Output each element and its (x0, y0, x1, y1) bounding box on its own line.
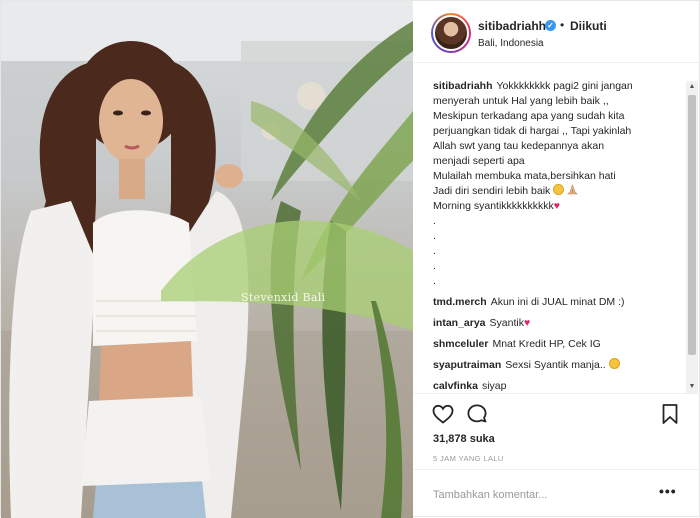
heart-emoji-icon: ♥ (553, 200, 561, 212)
more-options-icon[interactable]: ••• (659, 483, 677, 499)
comment-text: Syantik (489, 317, 524, 329)
comment-username[interactable]: syaputraiman (433, 359, 501, 371)
comments-scrollbar[interactable]: ▲ ▼ (686, 81, 698, 393)
comment-text: Mnat Kredit HP, Cek IG (492, 338, 601, 350)
caption: sitibadriahh Yokkkkkkkk pagi2 gini jangan… (433, 79, 681, 214)
scroll-up-arrow-icon[interactable]: ▲ (686, 81, 698, 93)
comment-item: syaputraiman Sexsi Syantik manja.. (433, 358, 681, 373)
post-location[interactable]: Bali, Indonesia (478, 38, 544, 49)
post-timestamp: 5 JAM YANG LALU (433, 454, 504, 463)
instagram-post: Stevenxid Bali sitibadriahh ✓ • Diikuti … (0, 0, 700, 518)
comment-item: intan_arya Syantik♥ (433, 316, 681, 331)
caption-line: Jadi diri sendiri lebih baik (433, 185, 551, 197)
comment-text: Akun ini di JUAL minat DM :) (490, 296, 625, 308)
caption-line: Allah swt yang tau kedepannya akan (433, 140, 605, 152)
caption-line: perjuangkan tidak di hargai ,, Tapi yaki… (433, 125, 632, 137)
smile-emoji-icon (608, 358, 620, 369)
caption-line: Mulailah membuka mata,bersihkan hati (433, 170, 616, 182)
smile-emoji-icon (553, 184, 565, 195)
caption-dot: . (433, 215, 436, 227)
caption-dot: . (433, 245, 436, 257)
comment-item: shmceluler Mnat Kredit HP, Cek IG (433, 337, 681, 352)
avatar-image (433, 15, 469, 51)
likes-count[interactable]: 31,878 suka (433, 433, 495, 445)
caption-line: Meskipun terkadang apa yang sudah kita (433, 110, 625, 122)
post-actions: 31,878 suka 5 JAM YANG LALU (414, 393, 700, 463)
caption-line: Yokkkkkkkk pagi2 gini jangan (496, 80, 633, 92)
comment-username[interactable]: calvfinka (433, 380, 478, 392)
verified-badge-icon: ✓ (545, 20, 556, 31)
praying-hands-emoji-icon (567, 184, 578, 195)
comments-list: sitibadriahh Yokkkkkkkk pagi2 gini jangan… (433, 79, 681, 393)
comment-username[interactable]: tmd.merch (433, 296, 487, 308)
header-username[interactable]: sitibadriahh (478, 19, 546, 33)
comment-username[interactable]: shmceluler (433, 338, 488, 350)
caption-line: menyerah untuk Hal yang lebih baik ,, (433, 95, 609, 107)
comments-panel[interactable]: sitibadriahh Yokkkkkkkk pagi2 gini jangan… (414, 63, 700, 393)
comment-username[interactable]: intan_arya (433, 317, 486, 329)
add-comment-bar: ••• (414, 469, 700, 518)
caption-dots: . . . . . (433, 214, 681, 289)
caption-dot: . (433, 275, 436, 287)
comment-text: siyap (481, 380, 507, 392)
avatar[interactable] (431, 13, 471, 53)
bookmark-icon[interactable] (658, 402, 682, 426)
heart-icon[interactable] (431, 402, 455, 426)
caption-line: Morning syantikkkkkkkkkk (433, 200, 554, 212)
caption-dot: . (433, 230, 436, 242)
comment-item: calvfinka siyap (433, 379, 681, 393)
comment-icon[interactable] (465, 402, 489, 426)
add-comment-input[interactable] (433, 486, 643, 504)
caption-username[interactable]: sitibadriahh (433, 80, 493, 92)
follow-status-button[interactable]: Diikuti (570, 19, 607, 33)
comment-item: tmd.merch Akun ini di JUAL minat DM :) (433, 295, 681, 310)
caption-line: menjadi seperti apa (433, 155, 525, 167)
post-photo[interactable]: Stevenxid Bali (1, 1, 413, 518)
comment-text: Sexsi Syantik manja.. (505, 359, 606, 371)
scroll-down-arrow-icon[interactable]: ▼ (686, 381, 698, 393)
post-sidebar: sitibadriahh ✓ • Diikuti Bali, Indonesia… (414, 1, 700, 518)
photo-illustration (1, 1, 413, 518)
post-header: sitibadriahh ✓ • Diikuti Bali, Indonesia (414, 1, 700, 63)
header-separator: • (560, 18, 565, 32)
caption-dot: . (433, 260, 436, 272)
scrollbar-thumb[interactable] (688, 95, 696, 355)
photo-watermark: Stevenxid Bali (241, 291, 326, 304)
heart-emoji-icon: ♥ (523, 317, 531, 329)
